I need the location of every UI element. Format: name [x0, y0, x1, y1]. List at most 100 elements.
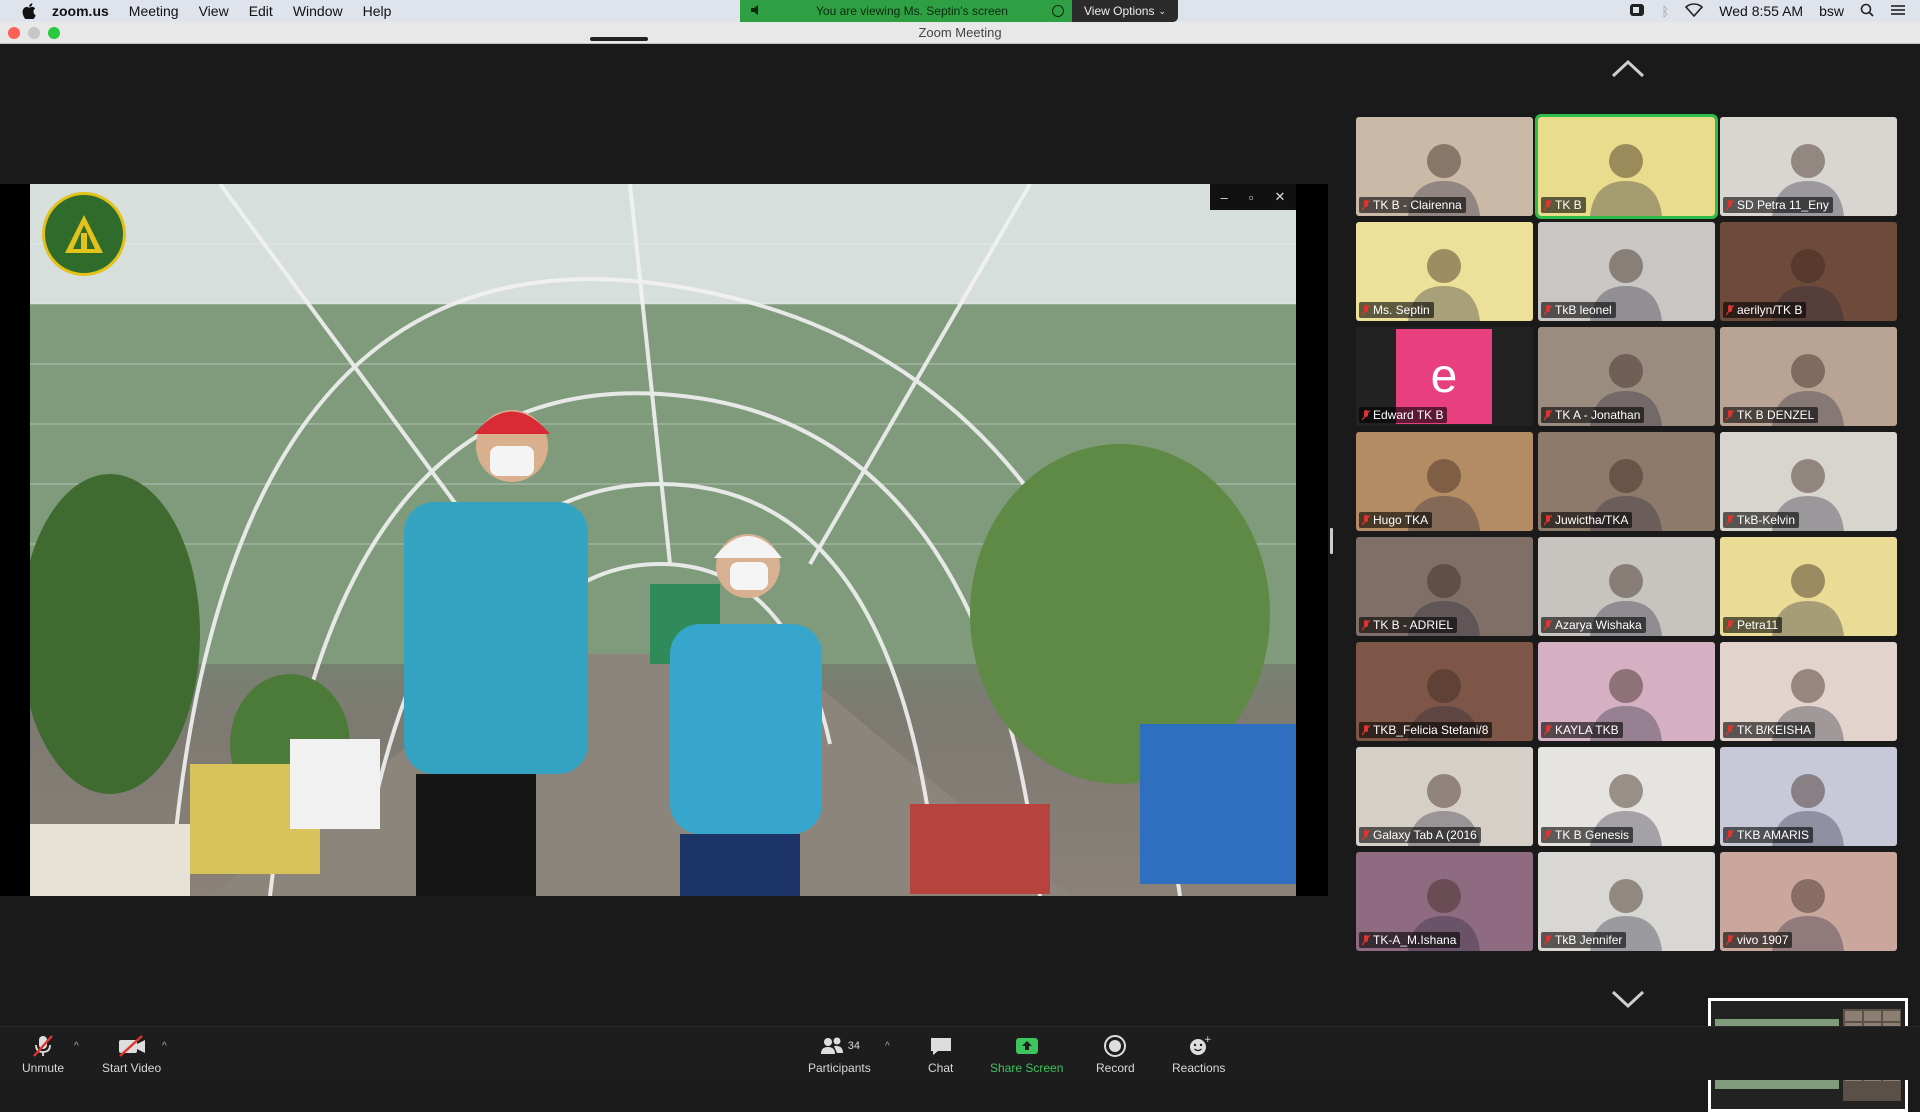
participant-tile[interactable]: TK B Genesis	[1538, 747, 1715, 846]
participant-name-label: Ms. Septin	[1359, 302, 1434, 318]
close-window-button[interactable]	[8, 27, 20, 39]
participant-name: TkB-Kelvin	[1737, 513, 1796, 527]
menu-meeting[interactable]: Meeting	[129, 3, 179, 19]
svg-text:+: +	[1204, 1035, 1211, 1045]
video-scene	[30, 184, 1296, 896]
view-options-button[interactable]: View Options ⌄	[1072, 0, 1178, 22]
participants-button[interactable]: 34 Participants	[808, 1033, 871, 1075]
participant-tile[interactable]: TK B/KEISHA	[1720, 642, 1897, 741]
participant-tile[interactable]: SD Petra 11_Eny	[1720, 117, 1897, 216]
participant-tile[interactable]: Ms. Septin	[1356, 222, 1533, 321]
participant-name: TK B DENZEL	[1737, 408, 1815, 422]
participant-tile[interactable]: TK B	[1535, 114, 1718, 219]
start-video-button[interactable]: Start Video	[102, 1033, 161, 1075]
video-window-controls: – ▫ ✕	[1210, 184, 1296, 210]
record-button[interactable]: Record	[1096, 1033, 1135, 1075]
participant-name: TkB Jennifer	[1555, 933, 1623, 947]
participant-tile[interactable]: vivo 1907	[1720, 852, 1897, 951]
clock[interactable]: Wed 8:55 AM	[1719, 3, 1803, 19]
participant-tile[interactable]: TkB Jennifer	[1538, 852, 1715, 951]
participant-tile[interactable]: Petra11	[1720, 537, 1897, 636]
participant-name-label: Galaxy Tab A (2016	[1359, 827, 1481, 843]
participant-tile[interactable]: TkB-Kelvin	[1720, 432, 1897, 531]
muted-mic-icon	[1726, 619, 1734, 630]
apple-icon[interactable]	[20, 2, 38, 20]
wifi-icon[interactable]	[1685, 2, 1704, 20]
participant-tile[interactable]: aerilyn/TK B	[1720, 222, 1897, 321]
menu-view[interactable]: View	[199, 3, 229, 19]
muted-mic-icon	[1726, 304, 1734, 315]
participant-name-label: Hugo TKA	[1359, 512, 1433, 528]
participant-name-label: TK B/KEISHA	[1723, 722, 1816, 738]
muted-mic-icon	[1362, 619, 1370, 630]
participant-tile[interactable]: TKB_Felicia Stefani/8	[1356, 642, 1533, 741]
share-screen-button[interactable]: Share Screen	[990, 1033, 1063, 1075]
fullscreen-window-button[interactable]	[48, 27, 60, 39]
control-center-icon[interactable]	[1890, 3, 1906, 20]
participant-name-label: SD Petra 11_Eny	[1723, 197, 1833, 213]
record-label: Record	[1096, 1061, 1135, 1075]
video-options-caret-icon[interactable]: ^	[162, 1041, 167, 1052]
participant-tile[interactable]: e Edward TK B	[1356, 327, 1533, 426]
start-video-label: Start Video	[102, 1061, 162, 1075]
chevron-down-icon: ⌄	[1158, 5, 1167, 16]
menu-app-name[interactable]: zoom.us	[52, 3, 109, 19]
participant-tile[interactable]: TK B - ADRIEL	[1356, 537, 1533, 636]
participant-name: TK B - ADRIEL	[1373, 618, 1454, 632]
participant-tile[interactable]: Hugo TKA	[1356, 432, 1533, 531]
participant-tile[interactable]: Juwictha/TKA	[1538, 432, 1715, 531]
window-title-bar: Zoom Meeting	[0, 22, 1920, 44]
chat-button[interactable]: Chat	[928, 1033, 953, 1075]
minimize-icon[interactable]: –	[1221, 190, 1228, 205]
participant-name-label: TK B - ADRIEL	[1359, 617, 1458, 633]
muted-mic-icon	[1726, 829, 1734, 840]
menu-help[interactable]: Help	[363, 3, 392, 19]
participant-name: Galaxy Tab A (2016	[1373, 828, 1477, 842]
menu-edit[interactable]: Edit	[249, 3, 273, 19]
participant-name: TK B Genesis	[1555, 828, 1630, 842]
participant-tile[interactable]: TK A - Jonathan	[1538, 327, 1715, 426]
muted-mic-icon	[1726, 934, 1734, 945]
restore-icon[interactable]: ▫	[1249, 190, 1254, 205]
participant-tile[interactable]: TK B - Clairenna	[1356, 117, 1533, 216]
muted-mic-icon	[1362, 724, 1370, 735]
reactions-label: Reactions	[1172, 1061, 1226, 1075]
bluetooth-icon[interactable]: ᛒ	[1661, 4, 1669, 19]
record-icon	[1103, 1033, 1127, 1059]
participant-tile[interactable]: TkB leonel	[1538, 222, 1715, 321]
participant-name: Ms. Septin	[1373, 303, 1430, 317]
minimize-window-button[interactable]	[28, 27, 40, 39]
participant-tile[interactable]: TK B DENZEL	[1720, 327, 1897, 426]
participant-tile[interactable]: TKB AMARIS	[1720, 747, 1897, 846]
participant-tile[interactable]: KAYLA TKB	[1538, 642, 1715, 741]
split-view-handle[interactable]	[1330, 528, 1333, 554]
shared-screen: – ▫ ✕	[0, 184, 1328, 896]
participant-name: TK B/KEISHA	[1737, 723, 1812, 737]
menu-window[interactable]: Window	[293, 3, 343, 19]
muted-mic-icon	[1544, 304, 1552, 315]
unmute-button[interactable]: Unmute	[22, 1033, 64, 1075]
participant-tile[interactable]: Galaxy Tab A (2016	[1356, 747, 1533, 846]
participant-name-label: TkB-Kelvin	[1723, 512, 1800, 528]
reactions-button[interactable]: + Reactions	[1172, 1033, 1225, 1075]
user-name[interactable]: bsw	[1819, 3, 1844, 19]
participants-label: Participants	[808, 1061, 871, 1075]
speaker-icon	[750, 4, 772, 19]
drag-grip[interactable]	[590, 37, 648, 41]
screen-share-banner: You are viewing Ms. Septin's screen	[740, 0, 1072, 22]
scroll-up-chevron-icon[interactable]	[1610, 58, 1646, 80]
participant-name-label: TkB leonel	[1541, 302, 1616, 318]
search-icon[interactable]	[1860, 3, 1874, 20]
close-icon[interactable]: ✕	[1275, 189, 1286, 205]
participant-tile[interactable]: Azarya Wishaka	[1538, 537, 1715, 636]
status-circle-icon	[1052, 5, 1064, 17]
school-logo	[42, 192, 126, 276]
participants-caret-icon[interactable]: ^	[885, 1041, 890, 1052]
muted-mic-icon	[1544, 934, 1552, 945]
window-title: Zoom Meeting	[918, 25, 1002, 40]
scroll-down-chevron-icon[interactable]	[1610, 988, 1646, 1010]
audio-options-caret-icon[interactable]: ^	[74, 1041, 79, 1052]
participant-tile[interactable]: TK-A_M.Ishana	[1356, 852, 1533, 951]
zoom-status-icon[interactable]	[1629, 3, 1645, 20]
meeting-stage: – ▫ ✕ TK B - Clairenna TK B SD Petra 11_En…	[0, 44, 1920, 1112]
